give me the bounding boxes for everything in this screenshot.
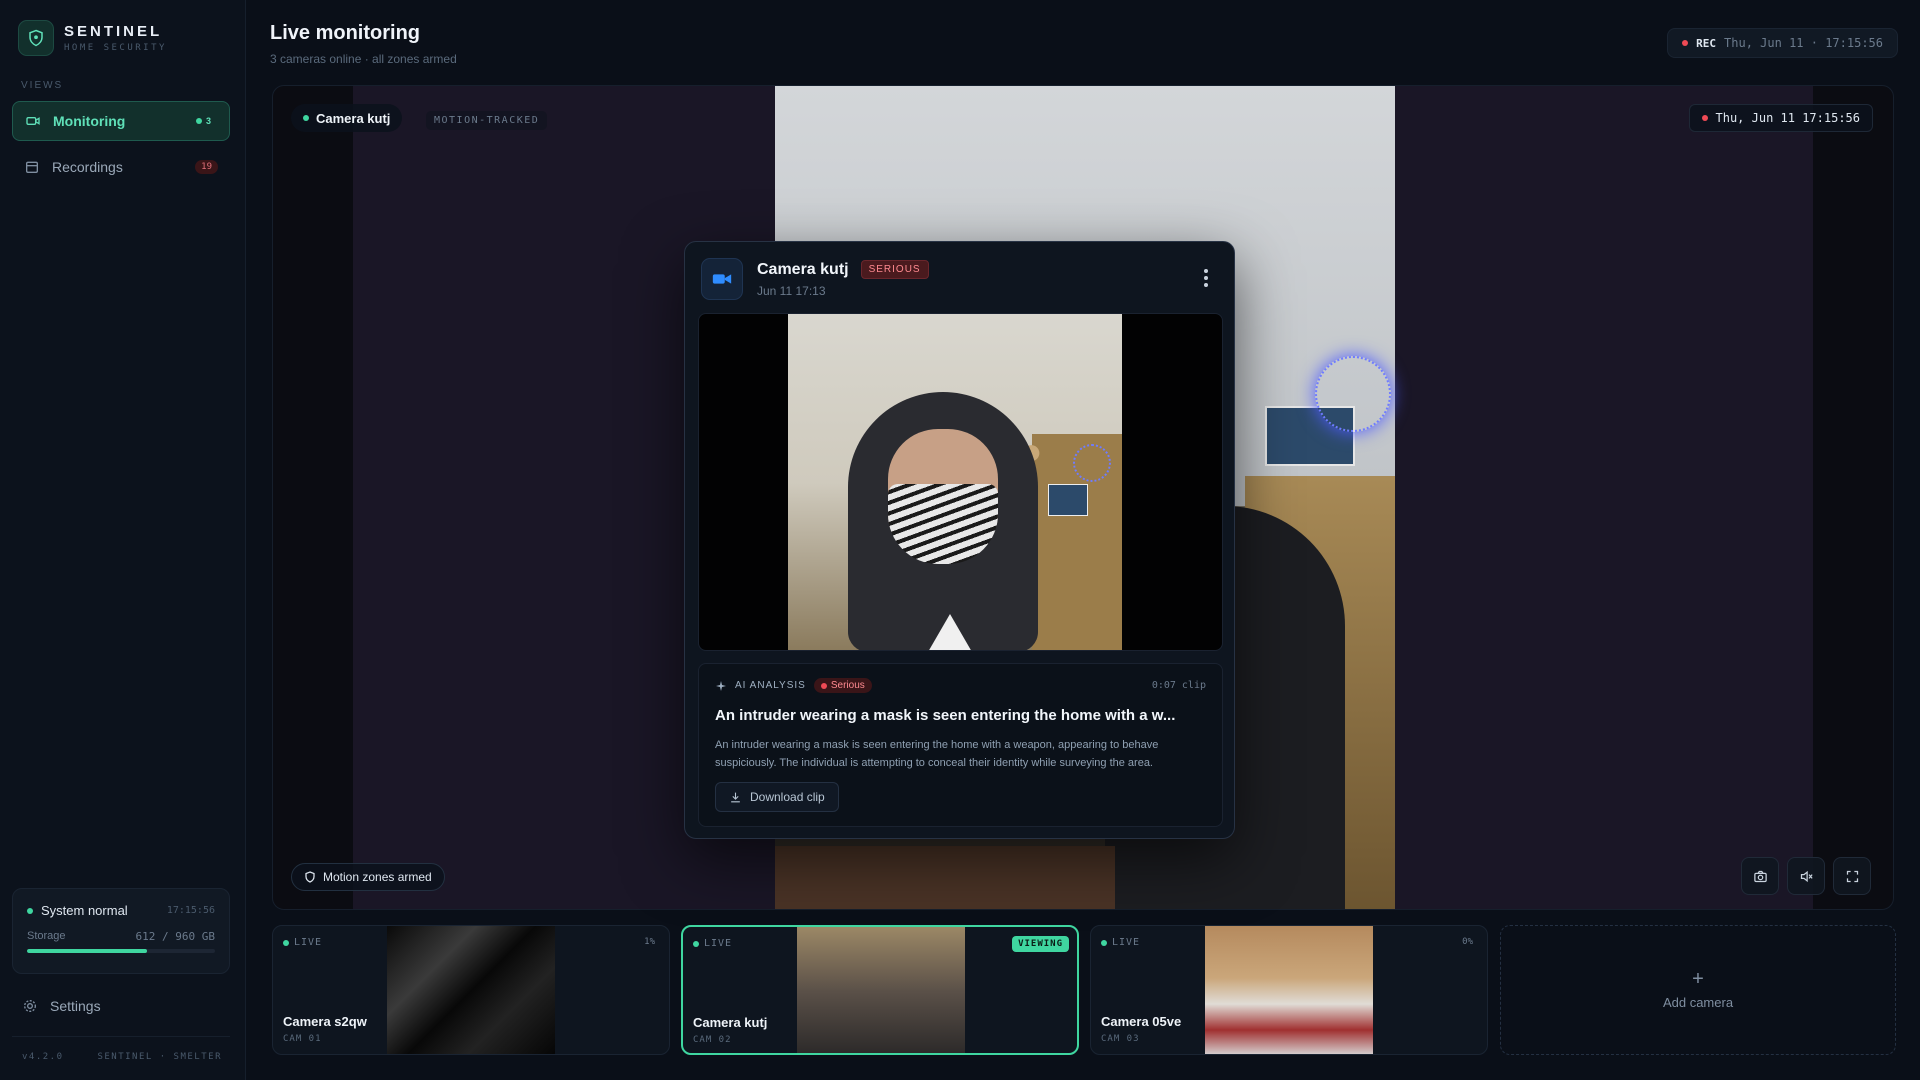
fullscreen-button[interactable] [1833,857,1871,895]
storage-value: 612 / 960 GB [135,930,215,943]
system-status-card: System normal 17:15:56 Storage 612 / 960… [12,888,230,974]
sparkle-icon [716,680,726,691]
storage-label: Storage [27,930,66,942]
sidebar-item-monitoring[interactable]: Monitoring 3 [12,101,230,141]
video-floor [775,846,1115,909]
brand-name: SENTINEL [64,23,163,40]
mute-button[interactable] [1787,857,1825,895]
monitoring-count-badge: 3 [190,114,217,128]
sidebar-item-label: Recordings [52,159,123,175]
gear-icon [24,1000,36,1012]
add-camera-button[interactable]: + Add camera [1500,925,1896,1055]
viewer-timestamp: Thu, Jun 11 17:15:56 [1688,104,1873,132]
motion-zones-pill[interactable]: Motion zones armed [291,863,445,891]
storage-bar [27,949,215,953]
system-status: System normal [41,903,128,918]
camera-preview-image [387,926,555,1054]
calendar-icon [26,161,38,173]
header-datetime: Thu, Jun 11 · 17:15:56 [1724,36,1883,50]
live-indicator: LIVE [283,937,322,948]
event-video-frame [788,314,1122,650]
sidebar-item-label: Monitoring [53,113,126,129]
recordings-count-badge: 19 [195,160,218,174]
video-camera-icon [701,258,743,300]
camera-preview-image [1205,926,1373,1054]
status-dot [27,907,33,914]
viewer-timestamp-text: Thu, Jun 11 17:15:56 [1715,111,1861,125]
camera-thumbnail[interactable]: LIVE 0% Camera 05ve CAM 03 [1090,925,1488,1055]
rec-label: REC [1696,36,1717,50]
ai-analysis-card: AI ANALYSIS Serious 0:07 clip An intrude… [698,663,1223,827]
ai-description: An intruder wearing a mask is seen enter… [715,739,1159,769]
page-subtitle: 3 cameras online · all zones armed [270,52,457,66]
camera-name: Camera 05ve [1101,1014,1182,1029]
live-dot-icon [303,115,309,121]
severity-badge: SERIOUS [860,260,929,279]
motion-tracked-tag: MOTION-TRACKED [426,111,548,130]
event-camera-name: Camera kutj [757,260,849,278]
snapshot-button[interactable] [1741,857,1779,895]
camera-name-pill: Camera kutj [291,104,403,132]
speaker-muted-icon [1800,870,1813,882]
camera-thumbnail[interactable]: LIVE 1% Camera s2qw CAM 01 [272,925,670,1055]
video-poster [1048,484,1088,516]
camera-id: CAM 03 [1101,1034,1140,1044]
event-detail-modal: Camera kutj SERIOUS Jun 11 17:13 AI ANAL… [684,241,1235,839]
credit-label: SENTINEL · SMELTER [97,1052,222,1062]
camera-activity: 1% [644,937,655,947]
camera-name: Camera kutj [693,1015,768,1030]
camera-id: CAM 01 [283,1034,322,1044]
fullscreen-icon [1846,870,1858,882]
motion-zones-label: Motion zones armed [323,870,432,884]
download-icon [731,792,740,802]
viewer-camera-name: Camera kutj [316,110,391,126]
viewing-badge: VIEWING [1012,936,1069,952]
shield-icon [305,871,315,883]
brand: SENTINEL HOME SECURITY [18,20,167,56]
live-indicator: LIVE [1101,937,1140,948]
shield-logo-icon [18,20,54,56]
video-shirt-logo [928,614,972,650]
camera-preview-image [797,927,965,1053]
event-video-clip[interactable] [698,313,1223,651]
clip-length: 0:07 clip [1151,680,1206,691]
storage-bar-fill [27,949,147,953]
plus-icon: + [1692,967,1704,990]
download-label: Download clip [750,790,825,804]
event-date: Jun 11 17:13 [757,284,826,298]
rec-indicator: REC Thu, Jun 11 · 17:15:56 [1667,28,1898,58]
page-title: Live monitoring [270,22,420,44]
rec-dot-icon [1682,40,1689,46]
divider [12,1036,230,1037]
camera-snapshot-icon [1753,870,1767,882]
download-clip-button[interactable]: Download clip [715,782,839,812]
sidebar: SENTINEL HOME SECURITY VIEWS Monitoring … [0,0,246,1080]
sidebar-item-recordings[interactable]: Recordings 19 [12,147,230,187]
camera-name: Camera s2qw [283,1014,367,1029]
video-light-orb [1073,444,1111,482]
settings-button[interactable]: Settings [22,998,101,1014]
brand-subtitle: HOME SECURITY [64,43,167,53]
video-letterbox [1393,86,1813,909]
video-light-orb [1315,356,1391,432]
ai-headline: An intruder wearing a mask is seen enter… [715,707,1176,724]
camera-activity: 0% [1462,937,1473,947]
ai-severity-pill: Serious [813,678,872,693]
system-time: 17:15:56 [166,905,215,916]
camera-id: CAM 02 [693,1035,732,1045]
more-options-icon[interactable] [1196,266,1216,290]
camera-thumbnail-active[interactable]: LIVE VIEWING Camera kutj CAM 02 [681,925,1079,1055]
settings-label: Settings [50,998,101,1014]
version-label: v4.2.0 [22,1052,64,1062]
ai-analysis-label: AI ANALYSIS [735,680,806,691]
rec-dot-icon [1701,115,1708,121]
camera-icon [26,117,40,125]
live-indicator: LIVE [693,938,732,949]
views-section-label: VIEWS [21,80,64,91]
sidebar-footer: v4.2.0 SENTINEL · SMELTER [22,1052,222,1062]
add-camera-label: Add camera [1662,994,1734,1010]
